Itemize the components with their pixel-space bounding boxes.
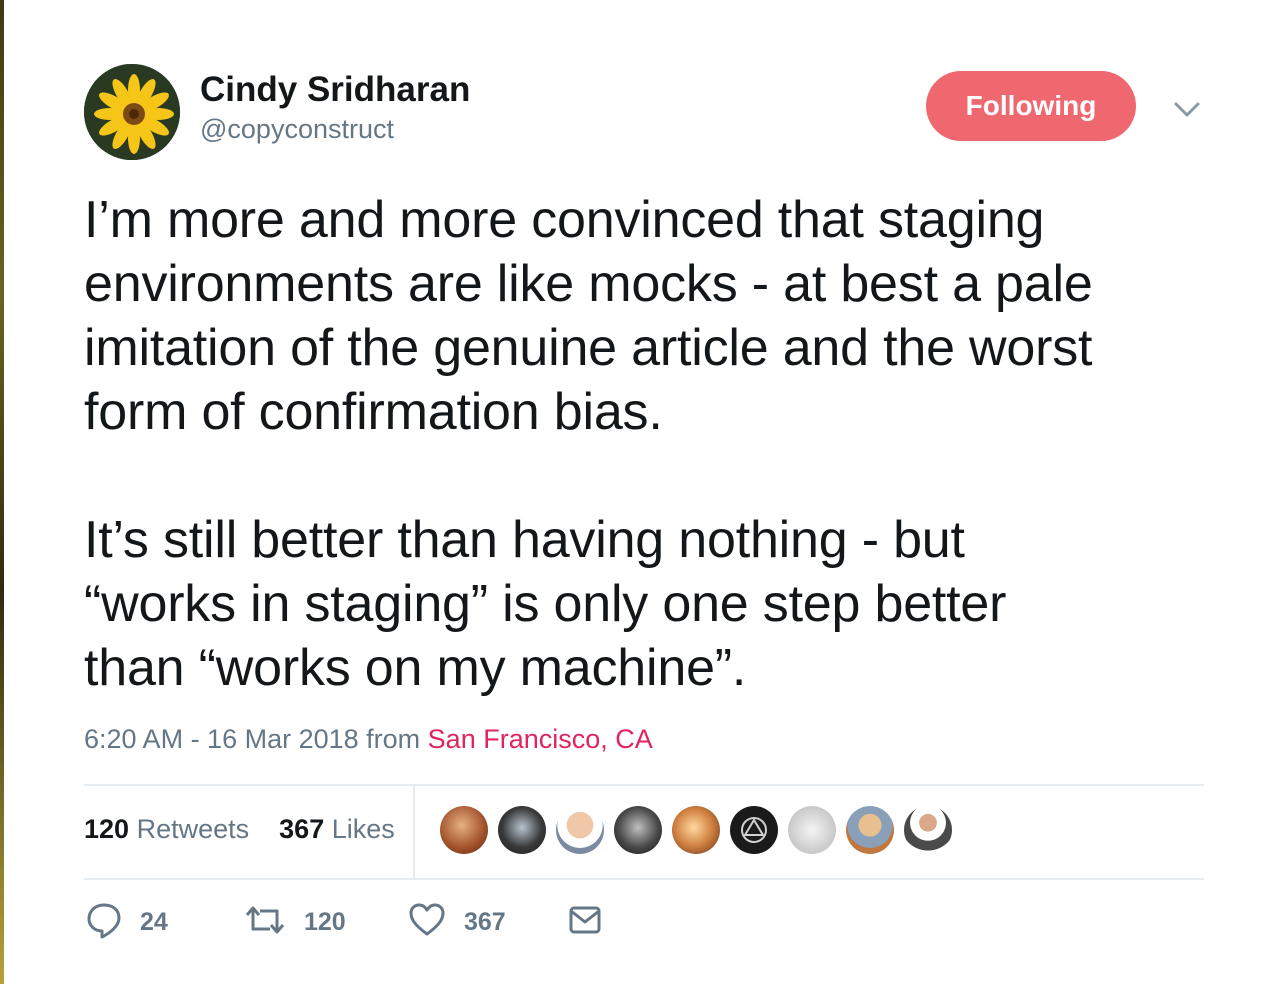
like-count: 367 <box>464 908 506 936</box>
liker-avatar[interactable] <box>672 806 720 854</box>
divider <box>84 878 1204 880</box>
tweet-line: “works in staging” is only one step bett… <box>84 575 1007 633</box>
liker-avatar[interactable] <box>904 806 952 854</box>
liker-avatar[interactable] <box>556 806 604 854</box>
tweet-text: I’m more and more convinced that staging… <box>84 188 1214 700</box>
background-edge <box>0 0 4 984</box>
tweet-line: form of confirmation bias. <box>84 383 663 441</box>
chevron-down-icon[interactable] <box>1170 95 1204 125</box>
author-handle[interactable]: @copyconstruct <box>200 114 394 145</box>
liker-avatar[interactable] <box>614 806 662 854</box>
author-name[interactable]: Cindy Sridharan <box>200 70 470 110</box>
liker-avatar[interactable] <box>498 806 546 854</box>
direct-message-button[interactable] <box>568 900 602 945</box>
reply-button[interactable]: 24 <box>86 900 168 945</box>
liker-avatar[interactable] <box>788 806 836 854</box>
heart-icon <box>408 900 446 945</box>
likes-label: Likes <box>331 814 395 844</box>
tweet-stats: 120 Retweets 367 Likes <box>84 814 395 845</box>
tweet-line: I’m more and more convinced that staging <box>84 191 1045 249</box>
retweet-icon <box>244 900 286 945</box>
likes-count: 367 <box>279 814 325 844</box>
following-button[interactable]: Following <box>926 71 1136 141</box>
tweet-line: than “works on my machine”. <box>84 639 747 697</box>
retweet-button[interactable]: 120 <box>244 900 346 945</box>
tweet-line: environments are like mocks - at best a … <box>84 255 1093 313</box>
retweets-label: Retweets <box>136 814 250 844</box>
like-button[interactable]: 367 <box>408 900 506 945</box>
liker-avatar[interactable] <box>730 806 778 854</box>
likes-stat[interactable]: 367 Likes <box>279 814 395 844</box>
author-avatar[interactable] <box>84 64 180 160</box>
retweets-count: 120 <box>84 814 130 844</box>
direct-message-icon <box>568 900 602 945</box>
reply-icon <box>86 900 122 945</box>
retweets-stat[interactable]: 120 Retweets <box>84 814 249 844</box>
reply-count: 24 <box>140 908 168 936</box>
tweet-metadata: 6:20 AM - 16 Mar 2018 from San Francisco… <box>84 724 653 755</box>
tweet-timestamp[interactable]: 6:20 AM - 16 Mar 2018 from <box>84 724 428 754</box>
tweet-line: imitation of the genuine article and the… <box>84 319 1093 377</box>
divider <box>84 784 1204 786</box>
divider <box>413 786 415 878</box>
tweet-location-link[interactable]: San Francisco, CA <box>428 724 653 754</box>
tweet-line: It’s still better than having nothing - … <box>84 511 965 569</box>
retweet-count: 120 <box>304 908 346 936</box>
liker-avatar[interactable] <box>440 806 488 854</box>
liker-avatar[interactable] <box>846 806 894 854</box>
